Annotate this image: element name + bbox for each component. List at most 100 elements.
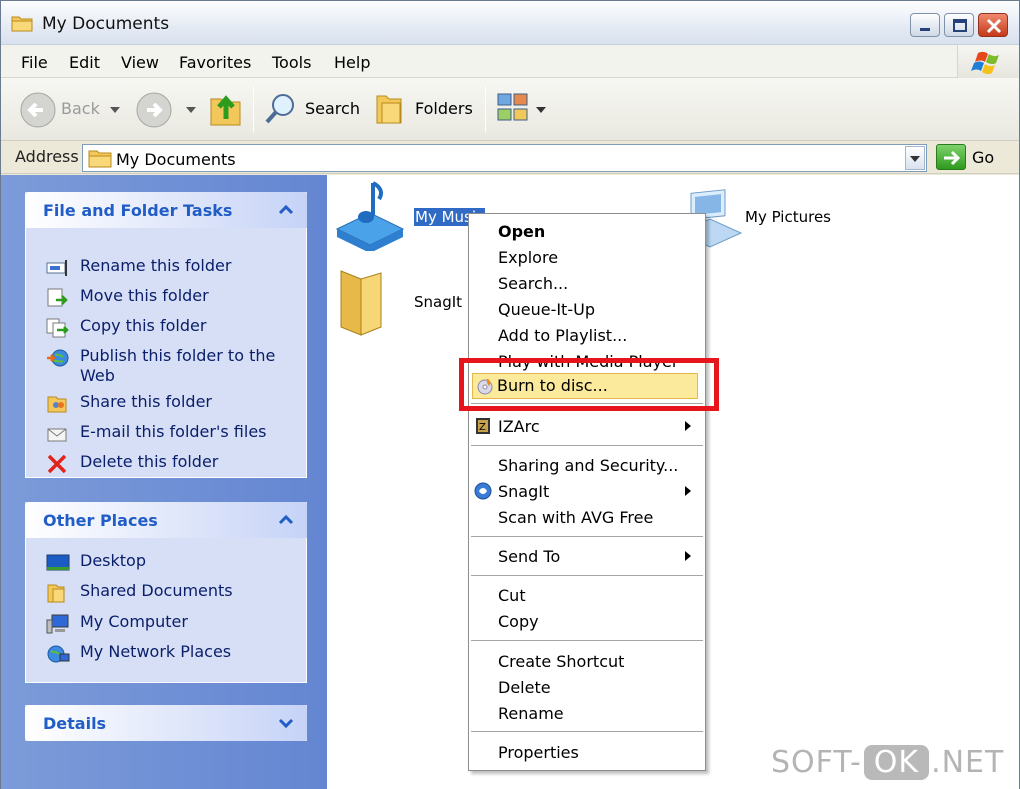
panel-header[interactable]: Other Places [25, 502, 307, 538]
menu-favorites[interactable]: Favorites [179, 53, 251, 72]
copy-icon [46, 318, 69, 338]
details-panel: Details [25, 705, 307, 741]
submenu-arrow-icon [685, 421, 691, 431]
maximize-icon [953, 19, 967, 32]
network-icon [47, 645, 70, 663]
publish-icon [47, 349, 69, 367]
back-arrow-icon[interactable] [19, 91, 57, 129]
folder-icon [88, 150, 112, 168]
menu-item-queue-it-up[interactable]: Queue-It-Up [498, 300, 595, 319]
views-dropdown-icon[interactable] [536, 107, 546, 113]
menu-item-copy[interactable]: Copy [498, 612, 539, 631]
svg-text:Z: Z [479, 422, 486, 433]
menu-item-cut[interactable]: Cut [498, 586, 526, 605]
menu-help[interactable]: Help [334, 53, 370, 72]
menu-item-properties[interactable]: Properties [498, 743, 579, 762]
address-value: My Documents [116, 150, 236, 169]
panel-title: File and Folder Tasks [43, 201, 233, 220]
minimize-button[interactable] [910, 13, 940, 37]
menu-item-search[interactable]: Search... [498, 274, 568, 293]
panel-header[interactable]: Details [25, 705, 307, 741]
close-button[interactable] [978, 13, 1008, 37]
panel-body: Desktop Shared Documents My Computer My … [25, 538, 307, 683]
snagit-icon [474, 482, 492, 500]
submenu-arrow-icon [685, 551, 691, 561]
menu-item-sharing-security[interactable]: Sharing and Security... [498, 456, 678, 475]
views-icon[interactable] [496, 92, 532, 126]
menu-tools[interactable]: Tools [272, 53, 311, 72]
menu-separator [471, 731, 703, 732]
context-menu: Open Explore Search... Queue-It-Up Add t… [468, 213, 706, 771]
menu-separator [471, 445, 703, 446]
music-folder-icon[interactable] [333, 179, 407, 251]
search-icon[interactable] [263, 91, 299, 127]
email-icon [47, 428, 67, 442]
menu-item-add-to-playlist[interactable]: Add to Playlist... [498, 326, 627, 345]
back-dropdown-icon[interactable] [110, 107, 120, 113]
desktop-icon [46, 554, 70, 571]
panel-header[interactable]: File and Folder Tasks [25, 192, 307, 228]
menu-item-rename[interactable]: Rename [498, 704, 564, 723]
menu-item-send-to[interactable]: Send To [498, 547, 560, 566]
folder-icon [47, 584, 65, 603]
menu-item-open[interactable]: Open [498, 222, 545, 241]
file-label-snagit[interactable]: SnagIt [414, 293, 462, 311]
address-label: Address [15, 147, 79, 166]
go-arrow-icon [944, 150, 961, 166]
menu-item-scan-avg[interactable]: Scan with AVG Free [498, 508, 653, 527]
panel-title: Details [43, 714, 107, 733]
menu-item-snagit[interactable]: SnagIt [498, 482, 549, 501]
folder-up-icon[interactable] [208, 89, 244, 129]
panel-body: Rename this folder Move this folder Copy… [25, 228, 307, 478]
back-button-label[interactable]: Back [61, 99, 100, 118]
menu-separator [471, 575, 703, 576]
delete-icon [47, 454, 67, 474]
explorer-window: My Documents File Edit View Favorites To… [0, 0, 1020, 789]
go-button[interactable] [936, 144, 966, 170]
menu-separator [471, 536, 703, 537]
computer-icon [46, 614, 69, 634]
forward-dropdown-icon[interactable] [186, 107, 196, 113]
expand-chevron-icon[interactable] [277, 714, 295, 732]
menu-item-create-shortcut[interactable]: Create Shortcut [498, 652, 624, 671]
menu-file[interactable]: File [21, 53, 48, 72]
toolbar: Back Search Folders [1, 78, 1019, 141]
search-button-label[interactable]: Search [305, 99, 360, 118]
menu-bar: File Edit View Favorites Tools Help [1, 45, 1019, 78]
go-label[interactable]: Go [972, 148, 994, 167]
forward-arrow-icon[interactable] [135, 91, 173, 129]
address-input[interactable]: My Documents [82, 144, 927, 172]
annotation-highlight-box [459, 358, 719, 411]
folder-icon [11, 16, 33, 32]
menu-item-explore[interactable]: Explore [498, 248, 558, 267]
panel-title: Other Places [43, 511, 158, 530]
window-title: My Documents [42, 14, 170, 34]
menu-edit[interactable]: Edit [69, 53, 100, 72]
chevron-down-icon [910, 156, 920, 162]
title-bar[interactable]: My Documents [1, 1, 1019, 45]
rename-icon [46, 260, 67, 276]
menu-item-delete[interactable]: Delete [498, 678, 551, 697]
collapse-chevron-icon[interactable] [277, 511, 295, 529]
izarc-icon: Z [476, 418, 490, 434]
maximize-button[interactable] [944, 13, 974, 37]
menu-item-izarc[interactable]: IZArc [498, 417, 540, 436]
folder-icon[interactable] [337, 265, 387, 337]
minimize-icon [920, 28, 930, 31]
file-label-my-pictures[interactable]: My Pictures [745, 208, 831, 226]
other-places-panel: Other Places Desktop Shared Documents My… [25, 502, 307, 683]
toolbar-separator [485, 86, 486, 132]
task-pane: File and Folder Tasks Rename this folder… [1, 175, 327, 789]
submenu-arrow-icon [685, 486, 691, 496]
address-bar: Address My Documents Go [1, 141, 1019, 174]
menu-view[interactable]: View [121, 53, 159, 72]
folders-icon[interactable] [374, 91, 408, 127]
collapse-chevron-icon[interactable] [277, 201, 295, 219]
share-icon [47, 396, 67, 413]
menu-separator [471, 640, 703, 641]
address-dropdown-button[interactable] [905, 146, 925, 170]
folders-button-label[interactable]: Folders [415, 99, 473, 118]
file-folder-tasks-panel: File and Folder Tasks Rename this folder… [25, 192, 307, 478]
close-icon [986, 18, 1002, 34]
watermark: SOFT- OK .NET [771, 745, 1005, 780]
